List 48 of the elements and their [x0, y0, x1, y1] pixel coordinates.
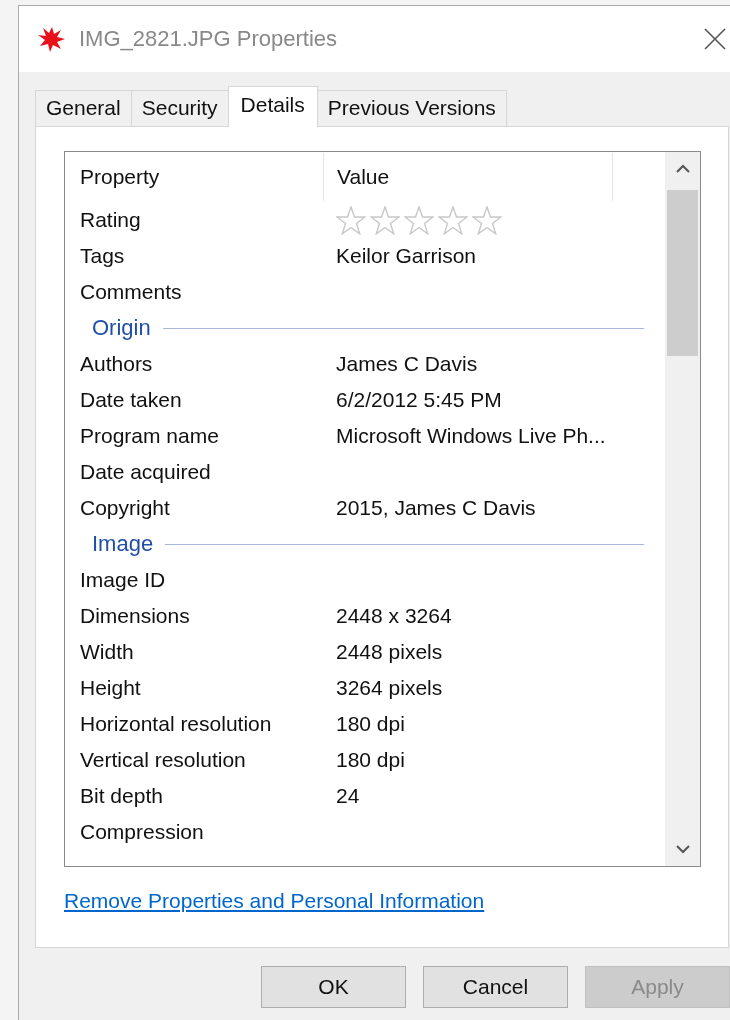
- column-header[interactable]: Property: [80, 153, 323, 201]
- property-value: Microsoft Windows Live Ph...: [335, 424, 606, 448]
- property-value: 2015, James C Davis: [335, 496, 536, 520]
- property-name: Tags: [80, 244, 126, 268]
- star-icon: [472, 205, 502, 235]
- star-icon: [438, 205, 468, 235]
- section-heading: Origin: [92, 315, 151, 341]
- tab[interactable]: Previous Versions: [316, 90, 507, 126]
- property-name: Comments: [80, 280, 183, 304]
- star-icon: [370, 205, 400, 235]
- property-name: Vertical resolution: [80, 748, 247, 772]
- property-name: Image ID: [80, 568, 167, 592]
- dialog-button[interactable]: Cancel: [423, 966, 568, 1008]
- property-name: Horizontal resolution: [80, 712, 273, 736]
- star-icon: [404, 205, 434, 235]
- scrollbar[interactable]: [665, 152, 700, 866]
- property-value: James C Davis: [335, 352, 478, 376]
- dialog-button[interactable]: OK: [261, 966, 406, 1008]
- tab[interactable]: General: [35, 90, 132, 126]
- remove-properties-link[interactable]: Remove Properties and Personal Information: [64, 889, 485, 912]
- property-name: Bit depth: [80, 784, 164, 808]
- property-value: 24: [335, 784, 360, 808]
- property-name: Authors: [80, 352, 154, 376]
- scroll-down-icon[interactable]: [675, 844, 690, 854]
- property-value: 2448 x 3264: [335, 604, 452, 628]
- property-name: Height: [80, 676, 142, 700]
- scroll-up-icon[interactable]: [675, 164, 690, 174]
- scroll-thumb[interactable]: [667, 190, 698, 356]
- close-icon[interactable]: [704, 28, 726, 50]
- column-header[interactable]: Value: [323, 153, 613, 201]
- property-name: Program name: [80, 424, 220, 448]
- property-value: 3264 pixels: [335, 676, 443, 700]
- property-value: 180 dpi: [335, 748, 405, 772]
- property-name: Rating: [80, 208, 142, 232]
- property-name: Dimensions: [80, 604, 191, 628]
- property-value: 6/2/2012 5:45 PM: [335, 388, 502, 412]
- tab[interactable]: Details: [227, 86, 318, 127]
- property-name: Copyright: [80, 496, 171, 520]
- property-value: 180 dpi: [335, 712, 405, 736]
- section-heading: Image: [92, 531, 154, 557]
- property-name: Compression: [80, 820, 205, 844]
- property-value: 2448 pixels: [335, 640, 443, 664]
- property-value: Keilor Garrison: [335, 244, 477, 268]
- property-name: Date acquired: [80, 460, 212, 484]
- property-name: Width: [80, 640, 135, 664]
- property-name: Date taken: [80, 388, 183, 412]
- window-title: IMG_2821.JPG Properties: [79, 26, 337, 52]
- star-icon: [336, 205, 366, 235]
